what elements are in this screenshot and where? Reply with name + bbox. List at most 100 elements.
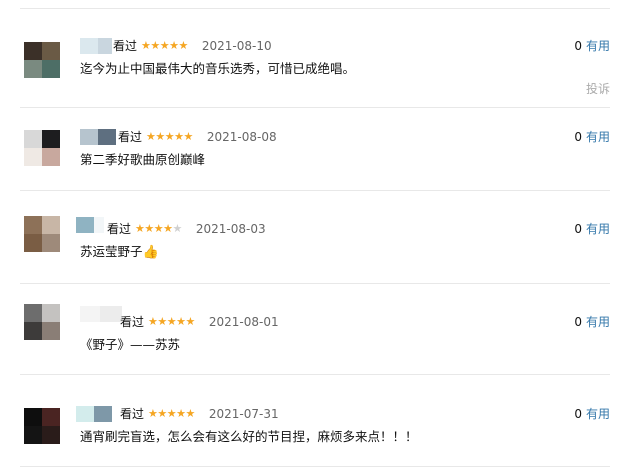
avatar-tile — [42, 426, 60, 444]
rating-stars: ★ ★ ★ ★ ★ — [146, 129, 193, 145]
watched-label: 看过 — [120, 407, 145, 421]
avatar-tile — [42, 60, 60, 78]
avatar-tile — [24, 216, 42, 234]
avatar-tile — [24, 304, 42, 322]
useful-button[interactable]: 有用 — [586, 130, 610, 144]
review-content: 苏运莹野子👍 — [80, 244, 159, 261]
star-icon: ★ — [157, 407, 167, 420]
username[interactable] — [76, 406, 112, 422]
username-block — [98, 38, 112, 54]
username-block — [98, 129, 116, 145]
username[interactable] — [80, 306, 122, 322]
star-icon: ★ — [155, 130, 165, 143]
star-icon: ★ — [169, 39, 179, 52]
avatar-tile — [24, 60, 42, 78]
avatar-tile — [24, 426, 42, 444]
thumbs-up-icon: 👍 — [142, 245, 159, 260]
watched-label: 看过 — [113, 39, 138, 53]
useful-count: 0 — [574, 222, 582, 236]
star-icon: ★ — [178, 39, 189, 52]
review-content: 通宵刷完盲选，怎么会有这么好的节目捏，麻烦多来点！！！ — [80, 429, 418, 444]
avatar-tile — [42, 322, 60, 340]
review-date: 2021-07-31 — [208, 407, 279, 421]
avatar-tile — [42, 304, 60, 322]
divider — [20, 107, 610, 108]
star-icon: ★ — [144, 222, 154, 235]
divider — [20, 8, 610, 9]
useful-count: 0 — [574, 315, 582, 329]
divider — [20, 466, 610, 467]
avatar[interactable] — [24, 42, 60, 78]
avatar-tile — [24, 322, 42, 340]
watched-label: 看过 — [118, 130, 143, 144]
useful-button[interactable]: 有用 — [586, 222, 610, 236]
star-icon: ★ — [157, 315, 167, 328]
watched-label: 看过 — [107, 222, 132, 236]
avatar-tile — [42, 148, 60, 166]
star-icon: ★ — [141, 39, 151, 52]
username-block — [100, 306, 122, 322]
avatar-tile — [24, 148, 42, 166]
star-icon: ★ — [135, 222, 145, 235]
divider — [20, 190, 610, 191]
star-icon: ★ — [166, 315, 177, 328]
divider — [20, 374, 610, 375]
star-icon: ★ — [163, 222, 173, 235]
useful-count: 0 — [574, 407, 582, 421]
username-block — [80, 38, 98, 54]
rating-stars: ★ ★ ★ ★ ★ — [135, 221, 182, 237]
avatar-tile — [42, 216, 60, 234]
useful-count: 0 — [574, 39, 582, 53]
rating-stars: ★ ★ ★ ★ ★ — [141, 38, 188, 54]
star-icon: ★ — [148, 407, 158, 420]
avatar-tile — [24, 234, 42, 252]
avatar-tile — [42, 408, 60, 426]
username-block — [76, 217, 94, 233]
useful-button[interactable]: 有用 — [586, 39, 610, 53]
review-content: 第二季好歌曲原创巅峰 — [80, 152, 206, 167]
star-icon: ★ — [185, 315, 196, 328]
rating-stars: ★ ★ ★ ★ ★ — [148, 314, 195, 330]
review-text: 苏运莹野子 — [80, 244, 143, 259]
avatar-tile — [24, 42, 42, 60]
star-icon: ★ — [176, 315, 186, 328]
username-block — [94, 406, 112, 422]
star-icon: ★ — [166, 407, 177, 420]
star-icon: ★ — [164, 130, 175, 143]
star-icon: ★ — [174, 130, 184, 143]
report-button[interactable]: 投诉 — [586, 80, 610, 97]
avatar[interactable] — [24, 304, 60, 340]
avatar-tile — [42, 130, 60, 148]
avatar-tile — [24, 408, 42, 426]
avatar[interactable] — [24, 216, 60, 252]
review-content: 《野子》——苏苏 — [80, 337, 181, 352]
star-icon: ★ — [185, 407, 196, 420]
star-icon: ★ — [159, 39, 170, 52]
username[interactable] — [80, 129, 116, 145]
avatar-tile — [42, 42, 60, 60]
avatar-tile — [42, 234, 60, 252]
star-icon: ★ — [153, 222, 164, 235]
review-date: 2021-08-01 — [208, 315, 279, 329]
username-block — [80, 129, 98, 145]
useful-button[interactable]: 有用 — [586, 407, 610, 421]
watched-label: 看过 — [120, 315, 145, 329]
star-icon: ★ — [148, 315, 158, 328]
avatar[interactable] — [24, 408, 60, 444]
review-date: 2021-08-10 — [201, 39, 272, 53]
username-block — [80, 306, 100, 322]
divider — [20, 283, 610, 284]
avatar-tile — [24, 130, 42, 148]
review-date: 2021-08-03 — [195, 222, 266, 236]
review-content: 迄今为止中国最伟大的音乐选秀，可惜已成绝唱。 — [80, 61, 356, 76]
useful-count: 0 — [574, 130, 582, 144]
star-icon: ★ — [146, 130, 156, 143]
username[interactable] — [80, 38, 112, 54]
username-block — [94, 217, 104, 233]
star-icon: ★ — [176, 407, 186, 420]
star-icon: ★ — [183, 130, 194, 143]
avatar[interactable] — [24, 130, 60, 166]
review-date: 2021-08-08 — [206, 130, 277, 144]
useful-button[interactable]: 有用 — [586, 315, 610, 329]
username[interactable] — [76, 217, 104, 233]
